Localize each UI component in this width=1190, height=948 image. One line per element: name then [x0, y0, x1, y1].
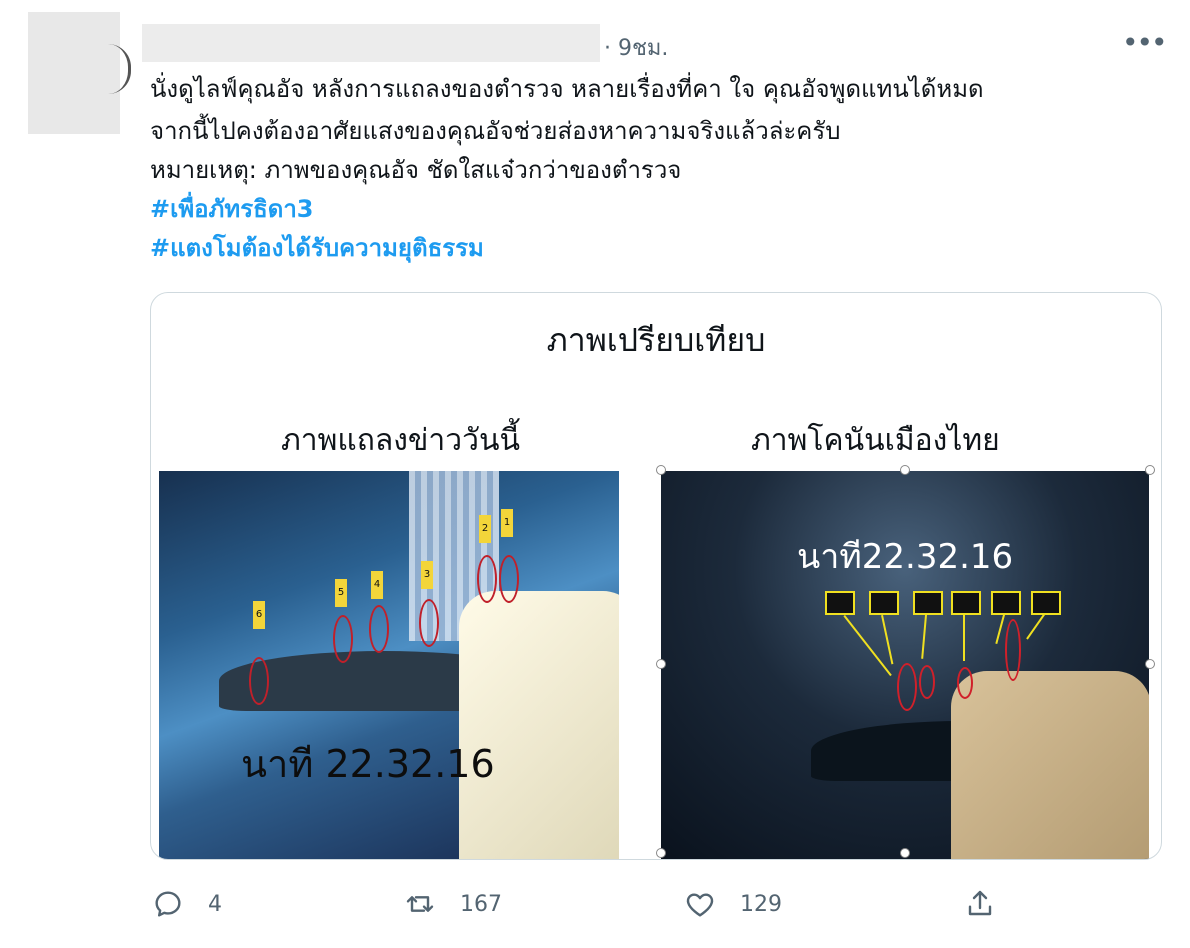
- redacted-username[interactable]: [142, 24, 600, 62]
- selection-handle: [656, 848, 666, 858]
- media-right-caption: ภาพโคนันเมืองไทย: [751, 423, 1000, 458]
- tweet-text-line-1: นั่งดูไลฟ์คุณอัจ หลังการแถลงของตำรวจ หลา…: [150, 75, 984, 103]
- selection-handle: [656, 659, 666, 669]
- marker-circle: [919, 665, 935, 699]
- marker-circle: [249, 657, 269, 705]
- press-conference-photo: 6 5 4 3 2 1 นาที 22.32.16: [159, 471, 619, 859]
- tweet-timestamp[interactable]: · 9ชม.: [604, 30, 668, 65]
- marker-tag: 2: [479, 515, 491, 543]
- marker-tag: 5: [335, 579, 347, 607]
- label-box: [869, 591, 899, 615]
- label-box: [825, 591, 855, 615]
- boat-hull-shape: [459, 591, 619, 859]
- pointer-arrow: [921, 614, 927, 659]
- retweet-icon: [406, 896, 434, 912]
- marker-circle: [897, 663, 917, 711]
- conan-thailand-photo: นาที22.32.16: [661, 471, 1149, 859]
- pointer-arrow: [963, 615, 965, 661]
- selection-handle: [1145, 659, 1155, 669]
- reply-button[interactable]: 4: [152, 888, 222, 920]
- selection-handle: [900, 465, 910, 475]
- more-options-button[interactable]: •••: [1122, 26, 1168, 59]
- marker-circle: [477, 555, 497, 603]
- pointer-arrow: [1026, 613, 1045, 640]
- left-photo-timestamp: นาที 22.32.16: [241, 742, 495, 786]
- label-box: [991, 591, 1021, 615]
- reply-icon: [155, 891, 181, 917]
- marker-circle: [499, 555, 519, 603]
- reply-count: 4: [208, 891, 222, 917]
- avatar[interactable]: [28, 12, 120, 134]
- label-box: [1031, 591, 1061, 615]
- like-count: 129: [740, 891, 782, 917]
- label-box: [951, 591, 981, 615]
- marker-circle: [1005, 619, 1021, 681]
- boat-hull-shape: [951, 671, 1149, 859]
- marker-tag: 1: [501, 509, 513, 537]
- selection-handle: [656, 465, 666, 475]
- right-photo-timestamp: นาที22.32.16: [797, 537, 1014, 577]
- marker-circle: [369, 605, 389, 653]
- retweet-button[interactable]: 167: [404, 888, 502, 920]
- tweet-action-bar: 4 167 129: [0, 888, 1190, 928]
- tweet-media-image[interactable]: ภาพเปรียบเทียบ ภาพแถลงข่าววันนี้ ภาพโคนั…: [150, 292, 1162, 860]
- like-button[interactable]: 129: [684, 888, 782, 920]
- pointer-arrow: [881, 615, 894, 665]
- hashtag-link-1[interactable]: #เพื่อภัทรธิดา3: [150, 194, 314, 224]
- heart-icon: [686, 893, 714, 917]
- marker-tag: 6: [253, 601, 265, 629]
- marker-circle: [333, 615, 353, 663]
- selection-handle: [900, 848, 910, 858]
- share-button[interactable]: [964, 888, 1020, 920]
- share-icon: [968, 890, 992, 916]
- marker-tag: 3: [421, 561, 433, 589]
- marker-circle: [957, 667, 973, 699]
- retweet-count: 167: [460, 891, 502, 917]
- selection-handle: [1145, 465, 1155, 475]
- label-box: [913, 591, 943, 615]
- media-left-caption: ภาพแถลงข่าววันนี้: [281, 423, 520, 458]
- marker-circle: [419, 599, 439, 647]
- pointer-arrow: [995, 614, 1005, 644]
- marker-tag: 4: [371, 571, 383, 599]
- tweet-text-line-2: จากนี้ไปคงต้องอาศัยแสงของคุณอัจช่วยส่องห…: [150, 117, 841, 145]
- avatar-edge: [108, 44, 131, 94]
- hashtag-link-2[interactable]: #แตงโมต้องได้รับความยุติธรรม: [150, 233, 484, 263]
- media-title: ภาพเปรียบเทียบ: [546, 321, 766, 359]
- tweet-text-line-3: หมายเหตุ: ภาพของคุณอัจ ชัดใสแจ๋วกว่าของต…: [150, 156, 682, 184]
